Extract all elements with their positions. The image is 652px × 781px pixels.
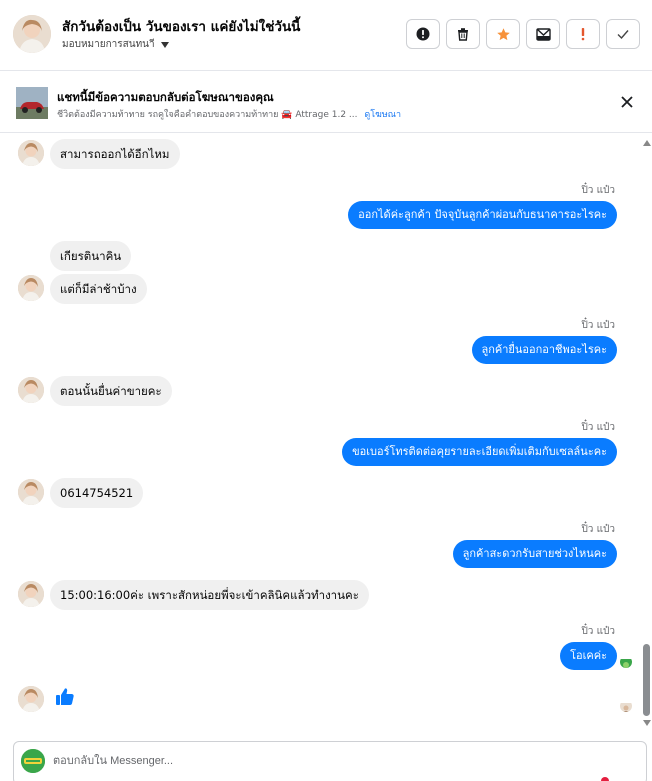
delete-button[interactable] [446, 19, 480, 49]
seen-avatar-contact [620, 700, 632, 712]
incoming-message[interactable]: เกียรตินาคิน [50, 241, 132, 271]
page-avatar [21, 749, 45, 773]
assign-conversation-dropdown[interactable]: มอบหมายการสนทนาี [62, 37, 169, 52]
close-icon[interactable] [618, 93, 636, 111]
contact-avatar-small [18, 377, 44, 403]
seen-avatar [620, 656, 632, 668]
trash-icon [458, 28, 468, 41]
incoming-message[interactable]: 15:00:16:00ค่ะ เพราะสักหน่อยพี่จะเข้าคลิ… [50, 580, 369, 610]
sender-name: ปิ๋ว แป๋ว [581, 524, 615, 535]
exclamation-icon [581, 28, 585, 41]
contact-avatar-small [18, 581, 44, 607]
outgoing-message[interactable]: ลูกค้ายื่นออกอาชีพอะไรคะ [471, 336, 617, 364]
star-button[interactable] [486, 19, 520, 49]
scroll-up-arrow-icon[interactable] [643, 140, 651, 146]
spam-button[interactable] [566, 19, 600, 49]
thread-scrollbar[interactable] [640, 133, 652, 738]
scroll-thumb[interactable] [643, 644, 650, 716]
scroll-down-arrow-icon[interactable] [643, 720, 651, 726]
ad-description-text: ชีวิตต้องมีความท้าทาย รถคูใจคือคำตอบของค… [57, 110, 358, 120]
reaction-heart-icon [601, 777, 609, 781]
check-icon [617, 30, 629, 40]
reply-input[interactable] [53, 752, 613, 770]
contact-name: สักวันต้องเป็น วันของเรา แค่ยังไม่ใช่วัน… [62, 19, 301, 35]
contact-avatar-small [18, 686, 44, 712]
ad-banner-title: แชทนี้มีข้อความตอบกลับต่อโฆษณาของคุณ [57, 90, 274, 104]
ad-thumbnail[interactable] [16, 87, 48, 119]
caret-down-icon [160, 41, 169, 48]
contact-avatar-small [18, 140, 44, 166]
outgoing-message[interactable]: ออกได้ค่ะลูกค้า ปัจจุบันลูกค้าผ่อนกับธนา… [348, 201, 617, 229]
reply-composer [13, 741, 647, 781]
message-thread: สามารถออกได้อีกไหม ปิ๋ว แป๋ว ออกได้ค่ะลู… [0, 133, 640, 738]
star-icon [496, 27, 510, 40]
sender-name: ปิ๋ว แป๋ว [581, 626, 615, 637]
thumbs-up-icon[interactable] [55, 687, 75, 706]
sender-name: ปิ๋ว แป๋ว [581, 422, 615, 433]
contact-avatar-small [18, 479, 44, 505]
conversation-toolbar [406, 19, 640, 49]
sender-name: ปิ๋ว แป๋ว [581, 320, 615, 331]
incoming-message[interactable]: สามารถออกได้อีกไหม [50, 139, 180, 169]
mark-unread-button[interactable] [406, 19, 440, 49]
conversation-header: สักวันต้องเป็น วันของเรา แค่ยังไม่ใช่วัน… [0, 0, 652, 71]
outgoing-message[interactable]: โอเคค่ะ [560, 642, 617, 670]
outgoing-message[interactable]: ขอเบอร์โทรติดต่อคุยรายละเอียดเพิ่มเติมกั… [342, 438, 617, 466]
mark-done-button[interactable] [606, 19, 640, 49]
assign-label: มอบหมายการสนทนาี [62, 39, 155, 50]
ad-banner-description: ชีวิตต้องมีความท้าทาย รถคูใจคือคำตอบของค… [57, 107, 401, 121]
archive-icon [535, 28, 551, 41]
sender-name: ปิ๋ว แป๋ว [581, 185, 615, 196]
incoming-message[interactable]: ตอนนั้นยื่นค่าขายคะ [50, 376, 172, 406]
outgoing-message[interactable]: ลูกค้าสะดวกรับสายช่วงไหนคะ [452, 540, 617, 568]
incoming-message[interactable]: แต่ก็มีล่าช้าบ้าง [50, 274, 147, 304]
ad-reply-banner: แชทนี้มีข้อความตอบกลับต่อโฆษณาของคุณ ชีว… [0, 71, 652, 133]
incoming-message[interactable]: 0614754521 [50, 478, 144, 508]
contact-avatar[interactable] [13, 15, 51, 53]
move-to-done-button[interactable] [526, 19, 560, 49]
alert-circle-icon [416, 27, 430, 41]
view-ad-link[interactable]: ดูโฆษณา [364, 110, 401, 120]
contact-avatar-small [18, 275, 44, 301]
